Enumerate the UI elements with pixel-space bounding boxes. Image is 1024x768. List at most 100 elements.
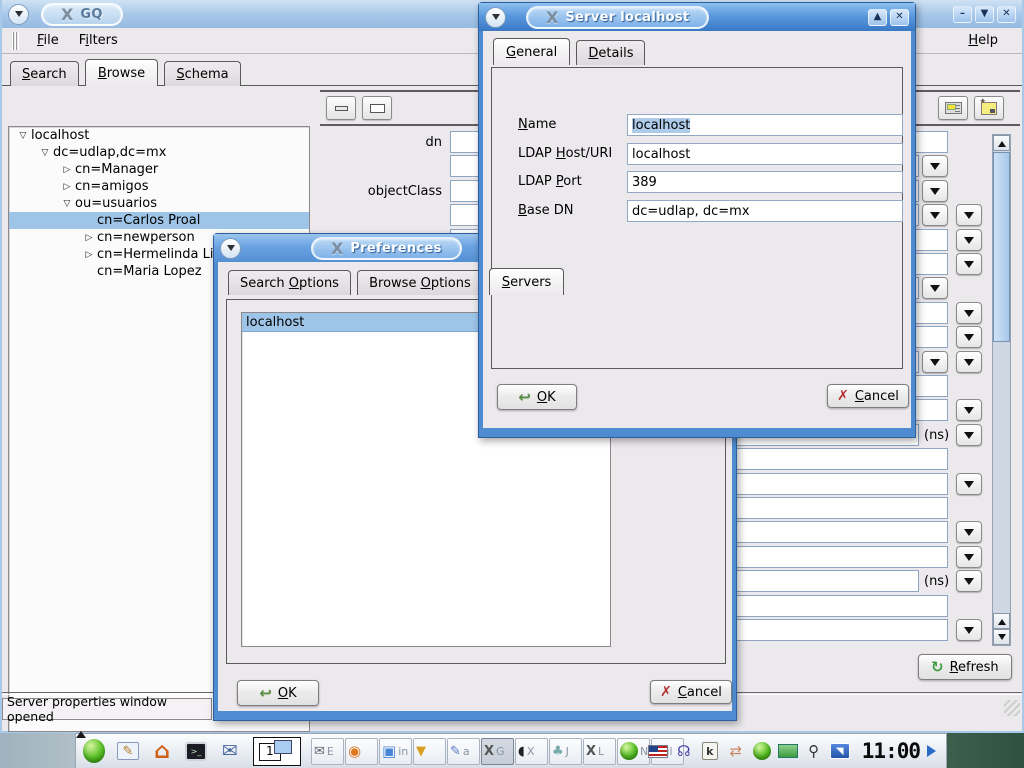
- base-dn-field[interactable]: dc=udlap, dc=mx: [627, 200, 903, 222]
- scroll-up-button[interactable]: [993, 135, 1010, 151]
- panel-hide-button[interactable]: [76, 726, 86, 738]
- tray-network-card[interactable]: [777, 740, 799, 762]
- expand-values-button[interactable]: [362, 96, 392, 120]
- tab-details[interactable]: Details: [576, 40, 645, 65]
- panel-expand-arrow-icon[interactable]: [927, 745, 942, 757]
- tab-browse-options[interactable]: Browse Options: [357, 270, 483, 295]
- attribute-options-button[interactable]: [956, 399, 982, 421]
- tree-item[interactable]: ▽localhost: [9, 127, 309, 144]
- menu-help[interactable]: Help: [958, 30, 1008, 51]
- attribute-options-button[interactable]: [922, 351, 948, 373]
- shade-button[interactable]: ▲: [868, 9, 887, 26]
- tree-item[interactable]: ▽ou=usuarios: [9, 195, 309, 212]
- quick-launchers: ✎⌂>_✉: [80, 737, 244, 765]
- tab-search-options[interactable]: Search Options: [228, 270, 351, 295]
- attribute-options-button[interactable]: [922, 180, 948, 202]
- attribute-options-button[interactable]: [956, 204, 982, 226]
- task-button-apps[interactable]: ♣J: [549, 738, 582, 765]
- workspace-pager[interactable]: 1: [253, 737, 301, 766]
- menu-file[interactable]: File: [27, 30, 69, 51]
- tab-servers[interactable]: Servers: [489, 268, 564, 295]
- close-button[interactable]: ✕: [997, 6, 1016, 23]
- launcher-home[interactable]: ⌂: [148, 737, 176, 765]
- task-button-x-app[interactable]: XL: [583, 738, 616, 765]
- attribute-options-button[interactable]: [956, 570, 982, 592]
- resize-grip[interactable]: [1004, 700, 1020, 716]
- expander-open-icon[interactable]: ▽: [15, 131, 31, 141]
- tree-item[interactable]: ▷cn=Manager: [9, 161, 309, 178]
- attribute-options-button[interactable]: [956, 326, 982, 348]
- tray-suse[interactable]: [751, 740, 773, 762]
- menu-filters[interactable]: Filters: [69, 30, 128, 51]
- show-all-attributes-button[interactable]: [938, 96, 968, 120]
- tab-general[interactable]: General: [493, 38, 570, 65]
- scroll-down-button[interactable]: [993, 629, 1010, 645]
- attribute-options-button[interactable]: [956, 619, 982, 641]
- tab-browse[interactable]: Browse: [85, 59, 158, 86]
- ldap-host-field[interactable]: localhost: [627, 143, 903, 165]
- attribute-options-button[interactable]: [922, 277, 948, 299]
- expander-closed-icon[interactable]: ▷: [59, 165, 75, 175]
- ok-button[interactable]: ↩ OK: [497, 384, 577, 410]
- task-button-x-app[interactable]: XG: [481, 738, 514, 765]
- task-button-download[interactable]: ▼: [413, 738, 446, 765]
- window-menu-button[interactable]: [220, 238, 241, 259]
- cancel-button[interactable]: ✗ Cancel: [827, 384, 909, 408]
- tray-power-plug[interactable]: ⚲: [803, 740, 825, 762]
- close-button[interactable]: ✕: [890, 9, 909, 26]
- launcher-mail-client[interactable]: ✉: [216, 737, 244, 765]
- task-button-folder[interactable]: ▣in: [379, 738, 412, 765]
- expander-open-icon[interactable]: ▽: [37, 148, 53, 158]
- attribute-options-button[interactable]: [956, 253, 982, 275]
- attribute-options-button[interactable]: [956, 546, 982, 568]
- task-button-mail[interactable]: ✉E: [311, 738, 344, 765]
- tree-item[interactable]: ▽dc=udlap,dc=mx: [9, 144, 309, 161]
- task-button-firefox[interactable]: ◉: [345, 738, 378, 765]
- tab-search[interactable]: Search: [10, 61, 79, 86]
- task-button-paint[interactable]: ✎a: [447, 738, 480, 765]
- menubar-grip[interactable]: [12, 32, 19, 50]
- task-button-suse[interactable]: N: [617, 738, 650, 765]
- attribute-options-button[interactable]: [922, 204, 948, 226]
- tree-item[interactable]: ▷cn=amigos: [9, 178, 309, 195]
- window-menu-button[interactable]: [485, 7, 506, 28]
- scroll-up-button-2[interactable]: [993, 613, 1010, 629]
- attribute-options-button[interactable]: [956, 229, 982, 251]
- collapse-values-button[interactable]: [326, 96, 356, 120]
- tree-item[interactable]: cn=Carlos Proal: [9, 212, 309, 229]
- chevron-down-icon: [930, 359, 940, 371]
- task-button-media[interactable]: ◖X: [515, 738, 548, 765]
- tray-audio-plug[interactable]: ☊: [673, 740, 695, 762]
- attribute-options-button[interactable]: [956, 351, 982, 373]
- window-menu-button[interactable]: [8, 4, 29, 25]
- attribute-options-button[interactable]: [956, 521, 982, 543]
- name-field[interactable]: localhost: [627, 114, 903, 136]
- shade-button[interactable]: ▼: [975, 6, 994, 23]
- tab-schema[interactable]: Schema: [164, 61, 240, 86]
- attribute-options-button[interactable]: [956, 424, 982, 446]
- network-card-icon: [777, 740, 799, 762]
- ldap-port-field[interactable]: 389: [627, 171, 903, 193]
- expander-open-icon[interactable]: ▽: [59, 199, 75, 209]
- launcher-text-editor[interactable]: ✎: [114, 737, 142, 765]
- attributes-scrollbar[interactable]: [992, 134, 1011, 646]
- expander-closed-icon[interactable]: ▷: [81, 233, 97, 243]
- ok-button[interactable]: ↩ OK: [237, 680, 319, 706]
- scrollbar-thumb[interactable]: [993, 152, 1010, 342]
- expander-closed-icon[interactable]: ▷: [59, 182, 75, 192]
- server-titlebar[interactable]: X Server localhost ▲ ✕: [479, 3, 915, 31]
- tray-klipper[interactable]: k: [699, 740, 721, 762]
- refresh-button[interactable]: ↻ Refresh: [918, 654, 1012, 680]
- tray-remote-desktop[interactable]: ◥: [829, 740, 851, 762]
- minimize-button[interactable]: –: [953, 6, 972, 23]
- launcher-terminal[interactable]: >_: [182, 737, 210, 765]
- attribute-options-button[interactable]: [956, 473, 982, 495]
- tray-sync[interactable]: ⇄: [725, 740, 747, 762]
- launcher-suse-menu[interactable]: [80, 737, 108, 765]
- attribute-options-button[interactable]: [956, 302, 982, 324]
- attribute-options-button[interactable]: [922, 155, 948, 177]
- expander-closed-icon[interactable]: ▷: [81, 250, 97, 260]
- cancel-button[interactable]: ✗ Cancel: [650, 680, 732, 704]
- tray-us-flag[interactable]: [647, 740, 669, 762]
- new-entry-button[interactable]: [974, 96, 1004, 120]
